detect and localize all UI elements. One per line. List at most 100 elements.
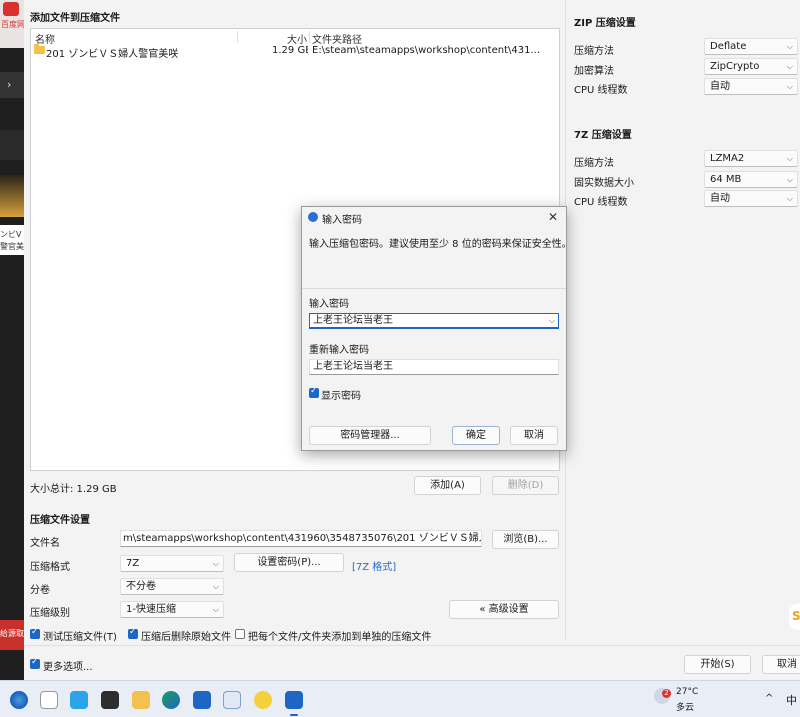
dialog-cancel-button[interactable]: 取消 [510, 426, 558, 445]
separate-archives-label[interactable]: 把每个文件/文件夹添加到单独的压缩文件 [248, 628, 431, 643]
zip-method-select[interactable]: Deflate ⌵ [704, 38, 798, 55]
floating-widget-icon: S [792, 609, 800, 623]
more-options-label[interactable]: 更多选项... [43, 658, 93, 673]
taskbar: 2 27°C 多云 ^ 中 [0, 680, 800, 717]
browser-icon[interactable] [193, 691, 211, 709]
temperature[interactable]: 27°C [676, 687, 698, 697]
add-button[interactable]: 添加(A) [414, 476, 481, 495]
level-select[interactable]: 1-快速压缩 ⌵ [120, 601, 224, 618]
footer-divider [24, 645, 800, 646]
password-label: 输入密码 [309, 299, 349, 310]
zip-encrypt-label: 加密算法 [574, 66, 614, 77]
folder-icon [34, 44, 45, 54]
show-password-checkbox[interactable] [309, 386, 319, 398]
compress-app-icon[interactable] [285, 691, 303, 709]
column-divider[interactable] [309, 31, 310, 43]
background-banner-text: ンビV [0, 230, 22, 239]
background-app-strip: 百度网 › ンビV 警官美 给源取 [0, 0, 24, 680]
settings-title: 压缩文件设置 [30, 515, 90, 526]
column-divider[interactable] [237, 31, 238, 43]
background-banner: ンビV 警官美 [0, 225, 24, 255]
dialog-title: 输入密码 [322, 215, 362, 226]
total-size: 大小总计: 1.29 GB [30, 484, 117, 495]
test-archive-label[interactable]: 测试压缩文件(T) [43, 628, 117, 643]
level-value: 1-快速压缩 [126, 604, 176, 615]
chevron-down-icon: ⌵ [786, 62, 793, 71]
close-icon[interactable]: ✕ [548, 210, 558, 224]
password-manager-button[interactable]: 密码管理器... [309, 426, 431, 445]
chevron-right-icon: › [7, 78, 12, 91]
chevron-down-icon: ⌵ [786, 82, 793, 91]
chevron-down-icon: ⌵ [786, 154, 793, 163]
sevenz-solid-value: 64 MB [710, 174, 742, 185]
chevron-up-icon[interactable]: ^ [765, 693, 773, 704]
sevenz-method-value: LZMA2 [710, 153, 745, 164]
filename-field[interactable]: m\steamapps\workshop\content\431960\3548… [120, 530, 482, 547]
test-archive-checkbox[interactable] [30, 627, 40, 639]
set-password-button[interactable]: 设置密码(P)... [234, 553, 344, 572]
chevron-down-icon: ⌵ [212, 605, 219, 614]
sevenz-solid-label: 固实数据大小 [574, 178, 634, 189]
background-panel [0, 130, 24, 160]
cancel-button[interactable]: 取消 [762, 655, 800, 674]
sevenz-cpu-label: CPU 线程数 [574, 197, 628, 208]
password-value: 上老王论坛当老王 [313, 315, 393, 326]
mail-icon[interactable] [40, 691, 58, 709]
split-value: 不分卷 [126, 581, 156, 592]
zip-encrypt-value: ZipCrypto [710, 61, 760, 72]
delete-after-checkbox[interactable] [128, 627, 138, 639]
zip-cpu-label: CPU 线程数 [574, 85, 628, 96]
background-tab[interactable]: › [0, 72, 24, 98]
background-thumbnail[interactable] [0, 175, 24, 217]
file-path: E:\steam\steamapps\workshop\content\431.… [312, 45, 540, 56]
start-button[interactable]: 开始(S) [684, 655, 751, 674]
music-icon[interactable] [254, 691, 272, 709]
dialog-divider [302, 288, 566, 289]
baidu-logo-icon [3, 2, 19, 16]
chevron-down-icon: ⌵ [786, 194, 793, 203]
file-name: 201 ゾンビＶＳ婦人警官美咲 [46, 49, 179, 60]
browse-button[interactable]: 浏览(B)... [492, 530, 559, 549]
game-icon[interactable] [101, 691, 119, 709]
zip-cpu-select[interactable]: 自动 ⌵ [704, 78, 798, 95]
zip-encrypt-select[interactable]: ZipCrypto ⌵ [704, 58, 798, 75]
delete-after-label[interactable]: 压缩后删除原始文件 [141, 628, 231, 643]
active-app-indicator [290, 714, 298, 716]
table-row[interactable]: 201 ゾンビＶＳ婦人警官美咲 1.29 GB E:\steam\steamap… [32, 44, 560, 60]
separate-archives-checkbox[interactable] [235, 629, 245, 639]
sevenz-solid-select[interactable]: 64 MB ⌵ [704, 171, 798, 188]
chevron-down-icon[interactable]: ⌵ [549, 314, 555, 328]
show-password-label[interactable]: 显示密码 [321, 387, 361, 402]
background-banner-text-2: 警官美 [0, 242, 24, 251]
chevron-down-icon: ⌵ [212, 559, 219, 568]
zip-method-label: 压缩方法 [574, 46, 614, 57]
filename-label: 文件名 [30, 538, 60, 549]
password-dialog: 输入密码 ✕ 输入压缩包密码。建议使用至少 8 位的密码来保证安全性。 输入密码… [301, 206, 572, 451]
folder-icon[interactable] [132, 691, 150, 709]
weather-condition[interactable]: 多云 [676, 700, 694, 713]
weather-badge: 2 [662, 689, 671, 698]
network-icon[interactable] [223, 691, 241, 709]
ok-button[interactable]: 确定 [452, 426, 500, 445]
format-value: 7Z [126, 558, 140, 569]
qq-icon[interactable] [70, 691, 88, 709]
advanced-button[interactable]: « 高级设置 [449, 600, 559, 619]
chevron-down-icon: ⌵ [786, 175, 793, 184]
sevenz-cpu-select[interactable]: 自动 ⌵ [704, 190, 798, 207]
sevenz-method-select[interactable]: LZMA2 ⌵ [704, 150, 798, 167]
password-input[interactable]: 上老王论坛当老王 ⌵ [309, 313, 559, 329]
sevenz-method-label: 压缩方法 [574, 158, 614, 169]
more-options-checkbox[interactable] [30, 657, 40, 669]
format-link[interactable]: [7Z 格式] [352, 558, 396, 573]
reenter-password-input[interactable]: 上老王论坛当老王 [309, 359, 559, 375]
zip-settings-title: ZIP 压缩设置 [574, 18, 636, 29]
ime-indicator[interactable]: 中 [786, 692, 797, 708]
delete-button[interactable]: 删除(D) [492, 476, 559, 495]
app-icon [308, 212, 318, 222]
start-icon[interactable] [10, 691, 28, 709]
background-app-header[interactable]: 百度网 [0, 0, 24, 48]
split-select[interactable]: 不分卷 ⌵ [120, 578, 224, 595]
format-select[interactable]: 7Z ⌵ [120, 555, 224, 572]
edge-icon[interactable] [162, 691, 180, 709]
floating-widget[interactable]: S [789, 604, 800, 630]
